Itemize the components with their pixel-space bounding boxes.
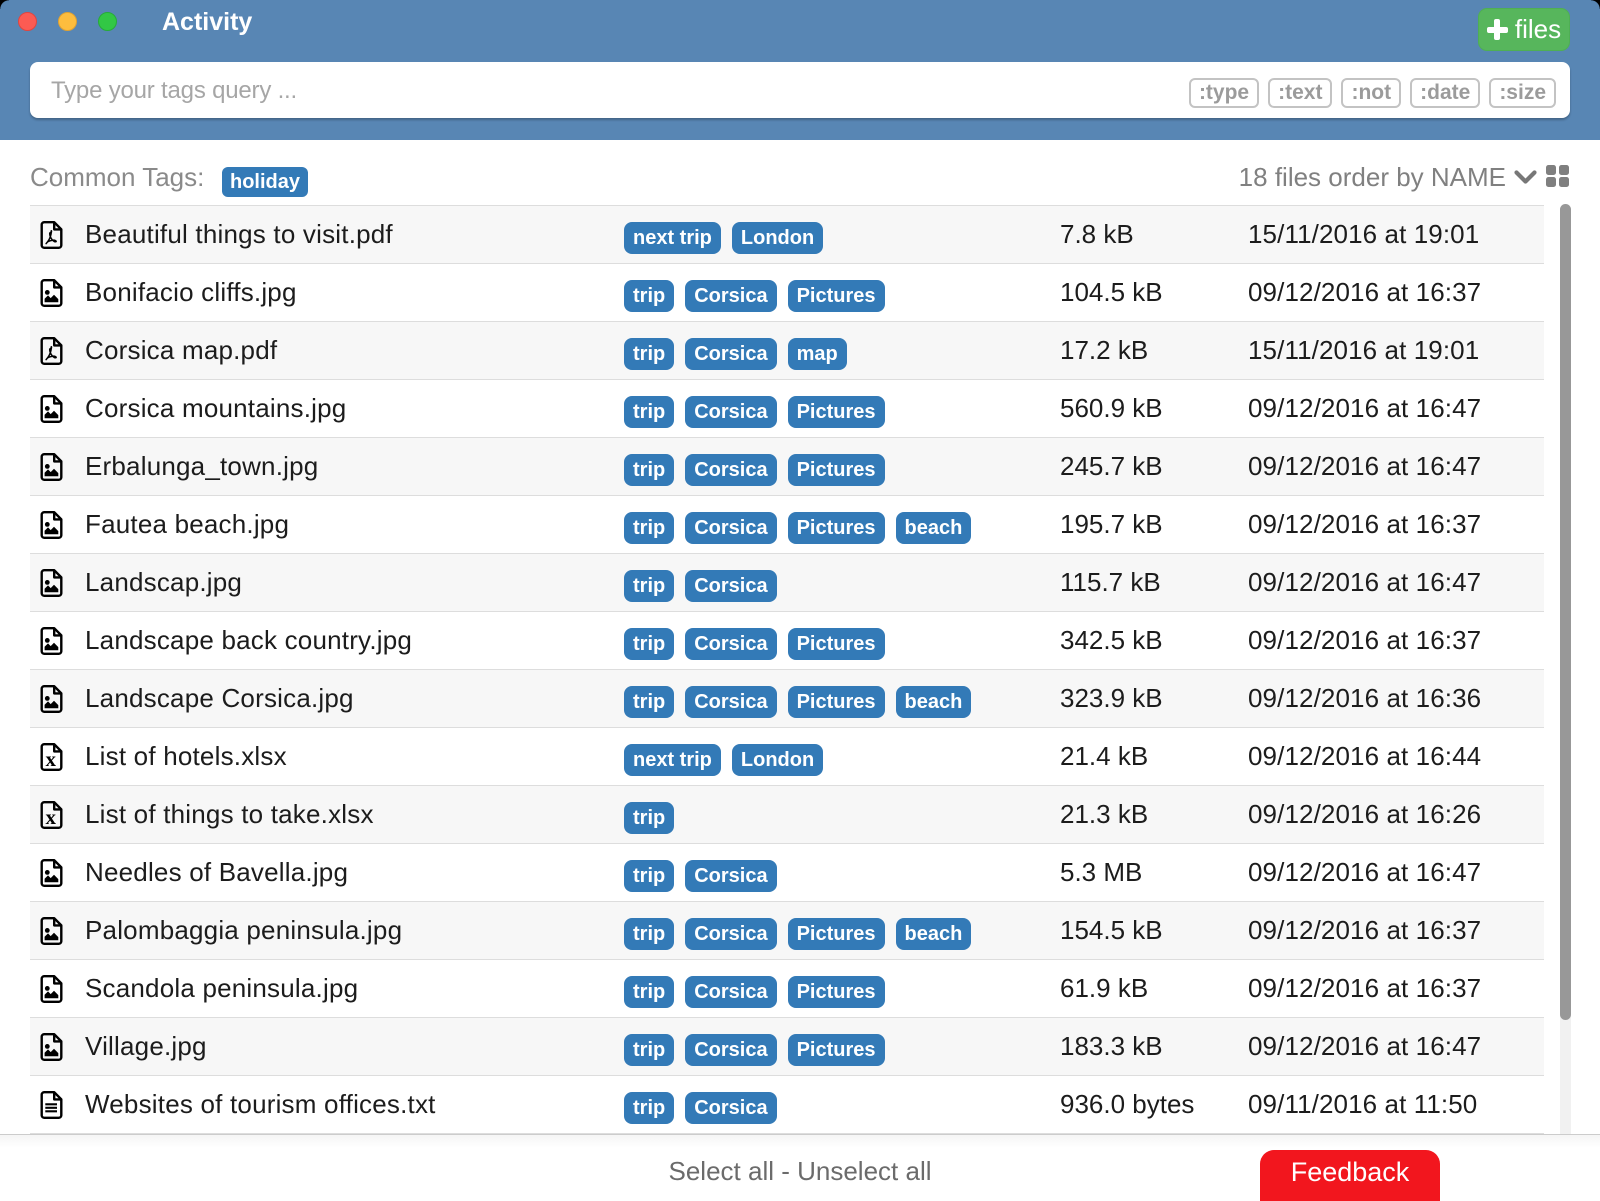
svg-text:x: x <box>46 747 57 771</box>
svg-text:x: x <box>46 805 57 829</box>
